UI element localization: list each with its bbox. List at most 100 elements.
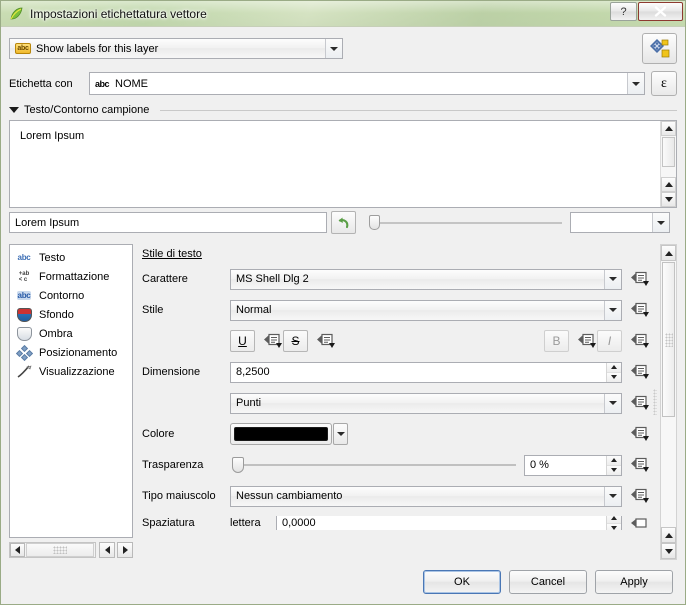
help-button[interactable]: ? [610,2,637,21]
underline-override-button[interactable] [263,332,283,351]
stepper-up[interactable] [607,362,621,373]
dialog-button-bar: OK Cancel Apply [1,560,685,604]
scrollbar-track[interactable] [661,418,676,527]
style-label: Stile [142,304,164,316]
labeling-mode-combo[interactable]: abc Show labels for this layer [9,38,343,59]
style-override-button[interactable] [630,301,650,320]
vscrollbar-thumb[interactable] [662,262,675,417]
sidebar-item-testo[interactable]: abc Testo [10,248,132,267]
size-unit-combo[interactable]: Punti [230,392,622,414]
size-stepper[interactable] [606,362,621,382]
sample-group-header[interactable]: Testo/Contorno campione [9,104,677,116]
style-combo[interactable]: Normal [230,299,622,321]
scroll-up-button[interactable] [661,121,676,136]
letter-spacing-override-button[interactable] [630,516,650,530]
underline-button[interactable]: U [230,330,255,352]
data-defined-override-icon [630,333,649,348]
sample-vertical-scrollbar[interactable] [660,121,676,207]
size-override-button[interactable] [630,363,650,382]
letter-spacing-spinbox[interactable]: 0,0000 [276,516,622,530]
bold-button[interactable]: B [544,330,569,352]
scroll-left-button[interactable] [10,543,25,557]
sidebar-item-contorno[interactable]: abc Contorno [10,286,132,305]
scroll-down-button[interactable] [661,192,676,207]
ok-button[interactable]: OK [423,570,501,594]
sidebar-item-label: Visualizzazione [39,365,115,378]
transparency-override-button[interactable] [630,456,650,475]
size-spinbox[interactable]: 8,2500 [230,361,622,383]
labeling-options-button[interactable] [642,33,677,64]
sidebar-item-sfondo[interactable]: Sfondo [10,305,132,324]
color-row: Colore [142,423,650,445]
transparency-stepper[interactable] [606,455,621,475]
data-defined-override-icon [630,395,649,410]
transparency-spinbox[interactable]: 0 % [524,454,622,476]
window-controls: ? [610,2,683,21]
shadow-shield-icon [15,326,33,341]
scroll-up-button[interactable] [661,245,676,261]
labeling-settings-dialog: Impostazioni etichettatura vettore ? abc… [0,0,686,605]
hscrollbar-thumb[interactable] [26,543,94,557]
stepper-up[interactable] [607,455,621,466]
italic-override-button[interactable] [630,332,650,351]
strikeout-override-button[interactable] [316,332,336,351]
settings-category-list[interactable]: abc Testo +ab < c Formattazione abc Conto… [9,244,133,538]
font-override-button[interactable] [630,270,650,289]
slider-knob[interactable] [369,215,380,230]
stepper-down[interactable] [607,523,621,530]
cancel-button[interactable]: Cancel [509,570,587,594]
case-combo[interactable]: Nessun cambiamento [230,485,622,507]
panel-splitter-handle[interactable] [652,244,658,560]
slider-knob[interactable] [232,457,244,473]
case-override-button[interactable] [630,487,650,506]
data-defined-override-icon [577,333,596,348]
sample-preview-area[interactable]: Lorem Ipsum [9,120,677,208]
placement-diamonds-icon [15,344,33,361]
sidebar-item-formattazione[interactable]: +ab < c Formattazione [10,267,132,286]
qgis-leaf-icon [8,6,24,22]
font-value: MS Shell Dlg 2 [236,273,309,285]
color-dropdown-button[interactable] [333,423,348,445]
bold-override-button[interactable] [577,332,597,351]
close-button[interactable] [638,2,683,21]
stepper-down[interactable] [607,465,621,475]
transparency-slider[interactable] [230,455,518,475]
scrollbar-thumb[interactable] [662,137,675,167]
expression-button[interactable]: ε [651,71,677,96]
panel-vertical-scrollbar[interactable] [660,244,677,560]
size-row: Dimensione 8,2500 [142,361,650,383]
scroll-down-button[interactable] [661,543,676,559]
text-color-button[interactable] [230,423,332,445]
nav-previous-button[interactable] [99,542,115,558]
sidebar-horizontal-scrollbar[interactable] [9,542,96,558]
size-unit-override-button[interactable] [630,394,650,413]
color-override-button[interactable] [630,425,650,444]
revert-sample-button[interactable] [331,211,356,234]
label-field-combo[interactable]: abc NOME [89,72,645,95]
scrollbar-track[interactable] [661,168,676,177]
sidebar-item-label: Posizionamento [39,346,118,359]
nav-next-button[interactable] [117,542,133,558]
stepper-down[interactable] [607,372,621,382]
data-defined-override-icon [630,457,649,472]
sample-zoom-combo[interactable] [570,212,670,233]
sample-zoom-slider[interactable] [364,213,562,233]
italic-button[interactable]: I [597,330,622,352]
strikeout-button[interactable]: S [283,330,308,352]
sample-text-input[interactable]: Lorem Ipsum [9,212,327,233]
abc-text-field-icon: abc [95,78,110,89]
sidebar-item-label: Testo [39,251,66,264]
sidebar-item-ombra[interactable]: Ombra [10,324,132,343]
chevron-down-icon [325,39,342,58]
scroll-up-button-2[interactable] [661,177,676,192]
size-label: Dimensione [142,366,201,378]
sidebar-item-visualizzazione[interactable]: Visualizzazione [10,362,132,381]
data-defined-override-icon [630,426,649,441]
scroll-up-button-2[interactable] [661,527,676,543]
sidebar-footer [9,540,133,560]
apply-button[interactable]: Apply [595,570,673,594]
font-combo[interactable]: MS Shell Dlg 2 [230,268,622,290]
stepper-up[interactable] [607,516,621,524]
letter-spacing-stepper[interactable] [606,516,621,530]
sidebar-item-posizionamento[interactable]: Posizionamento [10,343,132,362]
